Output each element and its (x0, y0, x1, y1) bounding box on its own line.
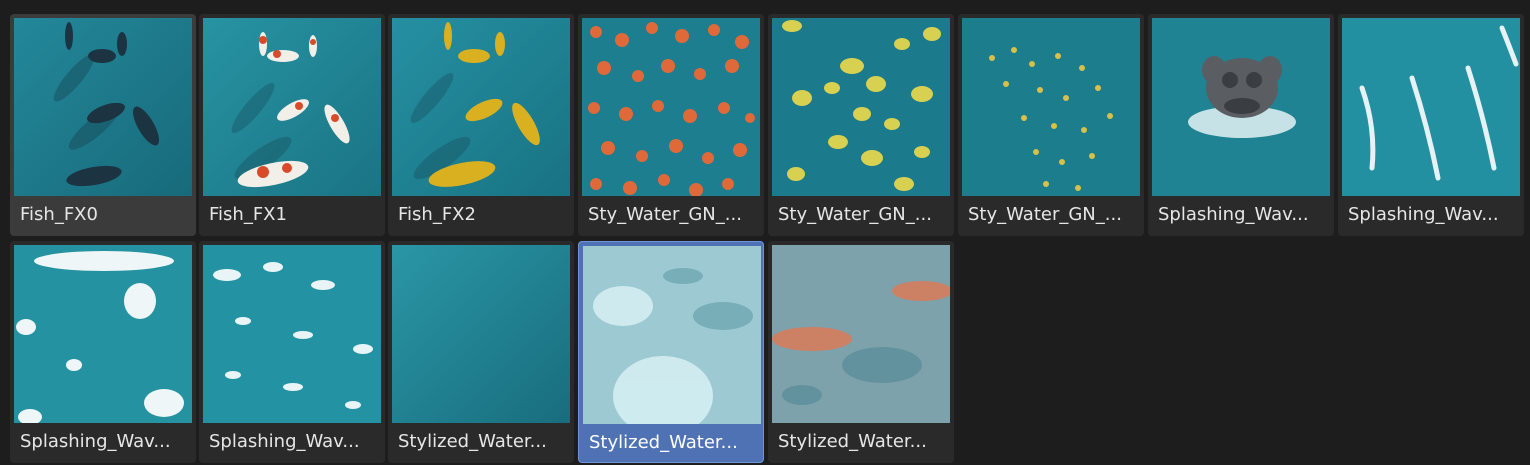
asset-tile-label: Splashing_Wav... (1348, 204, 1499, 225)
thumbnail-yellow-petals (962, 18, 1140, 196)
asset-tile-fish-fx2[interactable]: Fish_FX2 (388, 14, 574, 236)
thumbnail-monkey-splash (1152, 18, 1330, 196)
thumbnail-orange-swirl (772, 245, 950, 423)
thumbnail-orange-leaves (582, 18, 760, 196)
thumbnail-fish-gold (392, 18, 570, 196)
asset-tile-stylized-water-2[interactable]: Stylized_Water... (578, 241, 764, 463)
asset-tile-label: Stylized_Water... (589, 432, 738, 453)
asset-tile-sty-water-gn-1[interactable]: Sty_Water_GN_... (578, 14, 764, 236)
asset-tile-splashing-waves-4[interactable]: Splashing_Wav... (199, 241, 385, 463)
asset-tile-fish-fx0[interactable]: Fish_FX0 (10, 14, 196, 236)
asset-tile-label: Sty_Water_GN_... (778, 204, 932, 225)
asset-tile-sty-water-gn-2[interactable]: Sty_Water_GN_... (768, 14, 954, 236)
asset-tile-stylized-water-1[interactable]: Stylized_Water... (388, 241, 574, 463)
asset-tile-stylized-water-3[interactable]: Stylized_Water... (768, 241, 954, 463)
thumbnail-wave-foam-light (203, 245, 381, 423)
asset-tile-label: Fish_FX1 (209, 204, 287, 225)
thumbnail-deep-water (392, 245, 570, 423)
asset-tile-label: Fish_FX0 (20, 204, 98, 225)
asset-tile-fish-fx1[interactable]: Fish_FX1 (199, 14, 385, 236)
asset-tile-label: Fish_FX2 (398, 204, 476, 225)
asset-tile-label: Splashing_Wav... (209, 431, 360, 452)
thumbnail-wave-streaks (1342, 18, 1520, 196)
asset-tile-label: Stylized_Water... (398, 431, 547, 452)
asset-tile-splashing-waves-1[interactable]: Splashing_Wav... (1148, 14, 1334, 236)
asset-browser-grid: Fish_FX0 Fish_FX1 Fish_FX2 Sty_Water_GN_… (0, 0, 1530, 465)
thumbnail-fish-koi (203, 18, 381, 196)
asset-tile-label: Splashing_Wav... (20, 431, 171, 452)
asset-tile-splashing-waves-2[interactable]: Splashing_Wav... (1338, 14, 1524, 236)
asset-tile-label: Sty_Water_GN_... (588, 204, 742, 225)
asset-tile-splashing-waves-3[interactable]: Splashing_Wav... (10, 241, 196, 463)
asset-tile-label: Splashing_Wav... (1158, 204, 1309, 225)
asset-tile-sty-water-gn-3[interactable]: Sty_Water_GN_... (958, 14, 1144, 236)
thumbnail-wave-foam (14, 245, 192, 423)
thumbnail-pale-swirl (583, 246, 761, 424)
thumbnail-lily-pads (772, 18, 950, 196)
asset-tile-label: Stylized_Water... (778, 431, 927, 452)
thumbnail-fish-dark (14, 18, 192, 196)
asset-tile-label: Sty_Water_GN_... (968, 204, 1122, 225)
